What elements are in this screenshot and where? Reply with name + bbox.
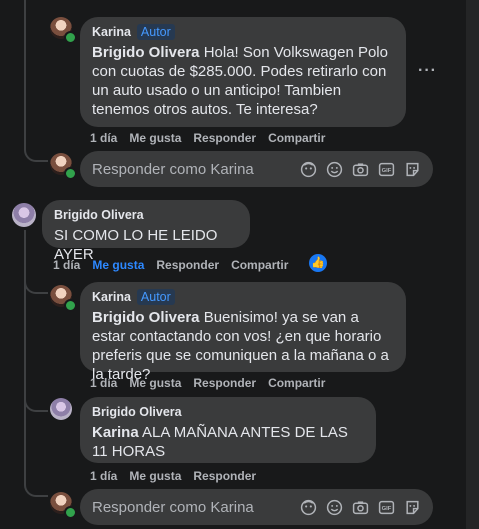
reply-button[interactable]: Responder xyxy=(156,258,219,272)
like-button[interactable]: Me gusta xyxy=(129,376,181,390)
online-indicator xyxy=(64,506,77,519)
reply-icons: GIF xyxy=(300,499,421,516)
reply-button[interactable]: Responder xyxy=(193,131,256,145)
avatar-sticker-icon[interactable] xyxy=(300,499,317,516)
comment-actions: 1 día Me gusta Responder xyxy=(90,469,256,483)
author-badge: Autor xyxy=(136,289,175,305)
like-button[interactable]: Me gusta xyxy=(92,258,144,272)
thread-curve xyxy=(24,130,48,162)
comment-time[interactable]: 1 día xyxy=(53,258,80,272)
share-button[interactable]: Compartir xyxy=(268,131,325,145)
comment-bubble: Brigido Olivera Karina ALA MAÑANA ANTES … xyxy=(80,397,376,463)
mention[interactable]: Brigido Olivera xyxy=(92,309,200,326)
comment-author[interactable]: Karina xyxy=(92,290,131,304)
sticker-icon[interactable] xyxy=(404,161,421,178)
thread-curve xyxy=(24,270,48,294)
reply-icons: GIF xyxy=(300,161,421,178)
reply-input[interactable]: Responder como Karina xyxy=(92,161,300,178)
camera-icon[interactable] xyxy=(352,161,369,178)
thumbs-up-icon[interactable]: 👍 xyxy=(309,254,327,272)
mention[interactable]: Karina xyxy=(92,424,139,441)
author-badge: Autor xyxy=(136,24,175,40)
online-indicator xyxy=(64,167,77,180)
panel-strip-bottom xyxy=(466,190,479,529)
avatar[interactable] xyxy=(12,203,36,227)
comment-time[interactable]: 1 día xyxy=(90,469,117,483)
sticker-icon[interactable] xyxy=(404,499,421,516)
thread-line xyxy=(24,0,26,140)
online-indicator xyxy=(64,299,77,312)
comment-author[interactable]: Brigido Olivera xyxy=(92,405,182,419)
right-panel xyxy=(446,0,479,529)
comment-time[interactable]: 1 día xyxy=(90,131,117,145)
thread-curve xyxy=(24,470,48,497)
comment-text: Karina ALA MAÑANA ANTES DE LAS 11 HORAS xyxy=(92,424,348,460)
like-button[interactable]: Me gusta xyxy=(129,469,181,483)
thread-line xyxy=(24,230,26,475)
comment-bubble: Karina Autor Brigido Olivera Buenisimo! … xyxy=(80,282,406,383)
reply-box[interactable]: Responder como Karina GIF xyxy=(80,151,433,187)
reply-button[interactable]: Responder xyxy=(193,469,256,483)
gif-icon[interactable]: GIF xyxy=(378,161,395,178)
comment-actions: 1 día Me gusta Responder Compartir xyxy=(53,258,288,272)
camera-icon[interactable] xyxy=(352,499,369,516)
avatar[interactable] xyxy=(50,398,72,420)
reply-box[interactable]: Responder como Karina GIF xyxy=(80,489,433,525)
emoji-icon[interactable] xyxy=(326,499,343,516)
comment-text: Brigido Olivera Buenisimo! ya se van a e… xyxy=(92,309,389,383)
share-button[interactable]: Compartir xyxy=(268,376,325,390)
comment-author[interactable]: Brigido Olivera xyxy=(54,208,144,222)
reply-button[interactable]: Responder xyxy=(193,376,256,390)
comment-actions: 1 día Me gusta Responder Compartir xyxy=(90,376,325,390)
reply-input[interactable]: Responder como Karina xyxy=(92,499,300,516)
comment-bubble: Karina Autor Brigido Olivera Hola! Son V… xyxy=(80,17,406,127)
online-indicator xyxy=(64,31,77,44)
panel-strip-top xyxy=(466,0,479,190)
comment-author[interactable]: Karina xyxy=(92,25,131,39)
avatar-sticker-icon[interactable] xyxy=(300,161,317,178)
comment-text: Brigido Olivera Hola! Son Volkswagen Pol… xyxy=(92,44,388,118)
comment-bubble: Brigido Olivera SI COMO LO HE LEIDO AYER xyxy=(42,200,250,263)
emoji-icon[interactable] xyxy=(326,161,343,178)
comment-time[interactable]: 1 día xyxy=(90,376,117,390)
svg-text:GIF: GIF xyxy=(382,168,392,174)
comment-actions: 1 día Me gusta Responder Compartir xyxy=(90,131,325,145)
like-button[interactable]: Me gusta xyxy=(129,131,181,145)
more-options-icon[interactable]: ··· xyxy=(418,62,437,80)
mention[interactable]: Brigido Olivera xyxy=(92,44,200,61)
gif-icon[interactable]: GIF xyxy=(378,499,395,516)
svg-text:GIF: GIF xyxy=(382,506,392,512)
thread-curve xyxy=(24,390,48,412)
share-button[interactable]: Compartir xyxy=(231,258,288,272)
